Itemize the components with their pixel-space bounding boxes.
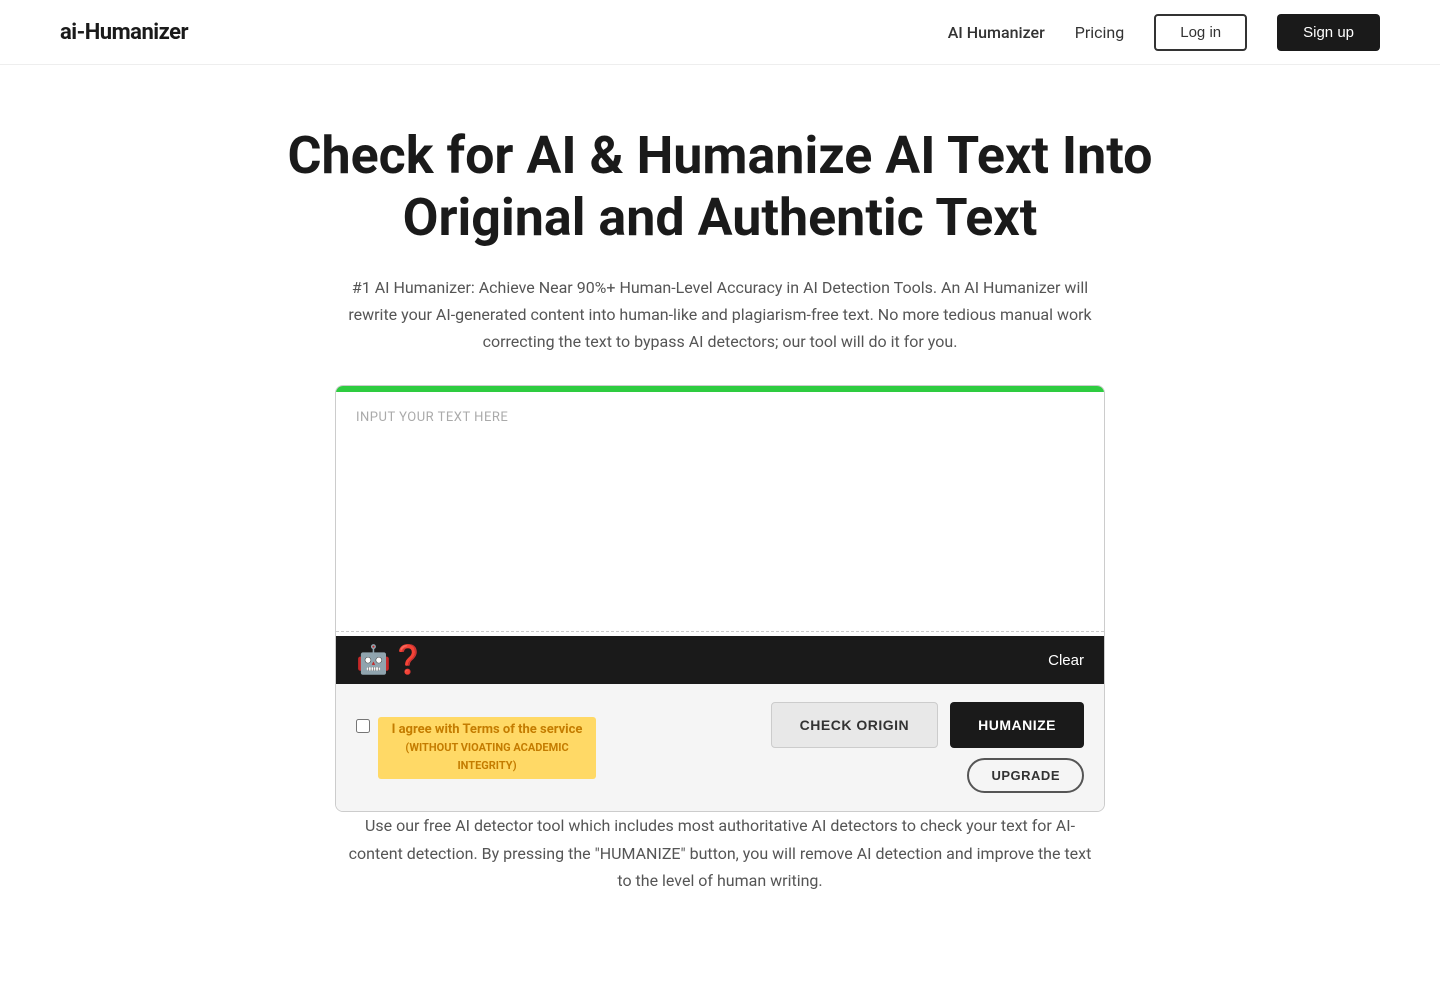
btn-row: CHECK ORIGIN HUMANIZE [771,702,1084,748]
upgrade-button[interactable]: UPGRADE [967,758,1084,793]
bottom-bar: 🤖❓ Clear [336,636,1104,684]
action-buttons: CHECK ORIGIN HUMANIZE UPGRADE [771,702,1084,793]
clear-button[interactable]: Clear [1048,652,1084,669]
terms-checkbox[interactable] [356,719,370,733]
hero-title: Check for AI & Humanize AI Text Into Ori… [20,125,1420,250]
tool-container: 🤖❓ Clear I agree with Terms of the servi… [335,385,1105,812]
nav-right: AI Humanizer Pricing Log in Sign up [948,14,1380,51]
terms-label[interactable]: I agree with Terms of the service (WITHO… [356,717,596,780]
hero-description: #1 AI Humanizer: Achieve Near 90%+ Human… [340,274,1100,356]
signup-button[interactable]: Sign up [1277,14,1380,51]
humanize-button[interactable]: HUMANIZE [950,702,1084,748]
footer-description: Use our free AI detector tool which incl… [340,812,1100,934]
check-origin-button[interactable]: CHECK ORIGIN [771,702,938,748]
login-button[interactable]: Log in [1154,14,1247,51]
mascot-icon: 🤖❓ [356,646,426,674]
terms-text: I agree with Terms of the service (WITHO… [378,717,596,780]
logo: ai-Humanizer [60,20,188,45]
navbar: ai-Humanizer AI Humanizer Pricing Log in… [0,0,1440,65]
nav-link-pricing[interactable]: Pricing [1075,23,1125,42]
textarea-area [336,392,1104,636]
text-input[interactable] [336,392,1104,632]
hero-section: Check for AI & Humanize AI Text Into Ori… [0,65,1440,994]
nav-link-humanizer[interactable]: AI Humanizer [948,23,1045,42]
action-row: I agree with Terms of the service (WITHO… [336,684,1104,811]
